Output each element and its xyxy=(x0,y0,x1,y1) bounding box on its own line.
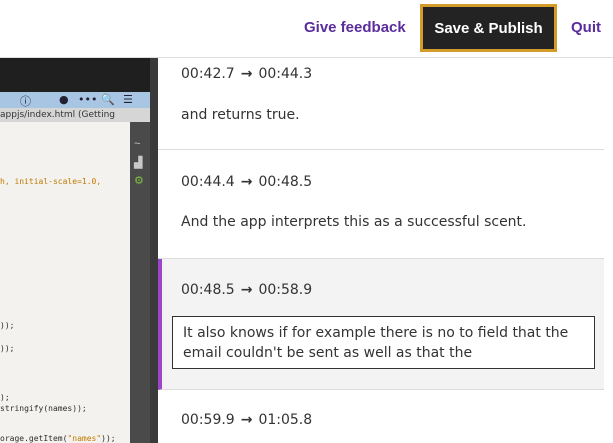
arrow-right-icon: → xyxy=(240,282,253,298)
caption-text: and returns true. xyxy=(181,107,300,123)
drop-icon: ● xyxy=(59,93,69,106)
code-line: stringify(names)); xyxy=(0,404,87,413)
caption-end-time: 00:44.3 xyxy=(258,66,313,82)
caption-text-input[interactable]: It also knows if for example there is no… xyxy=(172,316,595,369)
caption-end-time: 01:05.8 xyxy=(258,412,313,428)
caption-end-time: 00:48.5 xyxy=(258,174,313,190)
code-line: ); xyxy=(0,393,10,402)
caption-start-time: 00:59.9 xyxy=(181,412,235,428)
caption-start-time: 00:44.4 xyxy=(181,174,235,190)
caption-end-time: 00:58.9 xyxy=(258,282,313,298)
video-preview[interactable]: ⓘ ● ••• 🔍 ☰ appjs/index.html (Getting h,… xyxy=(0,58,158,443)
caption-start-time: 00:42.7 xyxy=(181,66,235,82)
caption-item[interactable]: 00:59.9 → 01:05.8 xyxy=(158,390,604,443)
caption-time: 00:44.4 → 00:48.5 xyxy=(181,174,312,190)
captions-list: 00:42.7 → 00:44.3 and returns true. 00:44.… xyxy=(158,58,613,443)
more-icon: ••• xyxy=(78,93,98,106)
chart-icon: ▟ xyxy=(134,157,143,169)
code-panel: h, initial-scale=1.0, )); )); ); stringi… xyxy=(0,122,130,443)
code-side-panel: ~ ▟ ⚙ xyxy=(130,122,150,443)
file-path: appjs/index.html (Getting xyxy=(0,108,150,122)
caption-item[interactable]: 00:44.4 → 00:48.5 And the app interprets t… xyxy=(158,150,604,259)
code-line: )); xyxy=(0,321,15,330)
give-feedback-link[interactable]: Give feedback xyxy=(304,19,406,36)
code-line: h, initial-scale=1.0, xyxy=(0,177,102,186)
caption-item-active[interactable]: 00:48.5 → 00:58.9 It also knows if for exa… xyxy=(158,259,604,390)
editor-toolbar: ⓘ ● ••• 🔍 ☰ xyxy=(0,92,150,109)
top-header: Give feedback Save & Publish Quit xyxy=(0,0,613,58)
video-topbar xyxy=(0,58,158,92)
caption-time: 00:42.7 → 00:44.3 xyxy=(181,66,312,82)
caption-text: And the app interprets this as a success… xyxy=(181,214,527,230)
info-icon: ⓘ xyxy=(20,95,31,108)
settings-icon: ⚙ xyxy=(134,175,144,187)
caption-start-time: 00:48.5 xyxy=(181,282,235,298)
code-line: )); xyxy=(0,344,15,353)
quit-link[interactable]: Quit xyxy=(571,19,601,36)
activity-icon: ~ xyxy=(134,138,141,150)
video-edge xyxy=(150,58,158,443)
save-publish-button[interactable]: Save & Publish xyxy=(420,4,557,52)
arrow-right-icon: → xyxy=(240,412,253,428)
search-icon: 🔍 xyxy=(101,93,115,106)
caption-item[interactable]: 00:42.7 → 00:44.3 and returns true. xyxy=(158,58,604,150)
caption-time: 00:59.9 → 01:05.8 xyxy=(181,412,312,428)
list-icon: ☰ xyxy=(123,93,133,106)
arrow-right-icon: → xyxy=(240,174,253,190)
captions-scrollbar[interactable] xyxy=(604,58,613,443)
arrow-right-icon: → xyxy=(240,66,253,82)
code-line: orage.getItem("names")); xyxy=(0,434,116,443)
caption-time: 00:48.5 → 00:58.9 xyxy=(181,282,312,298)
